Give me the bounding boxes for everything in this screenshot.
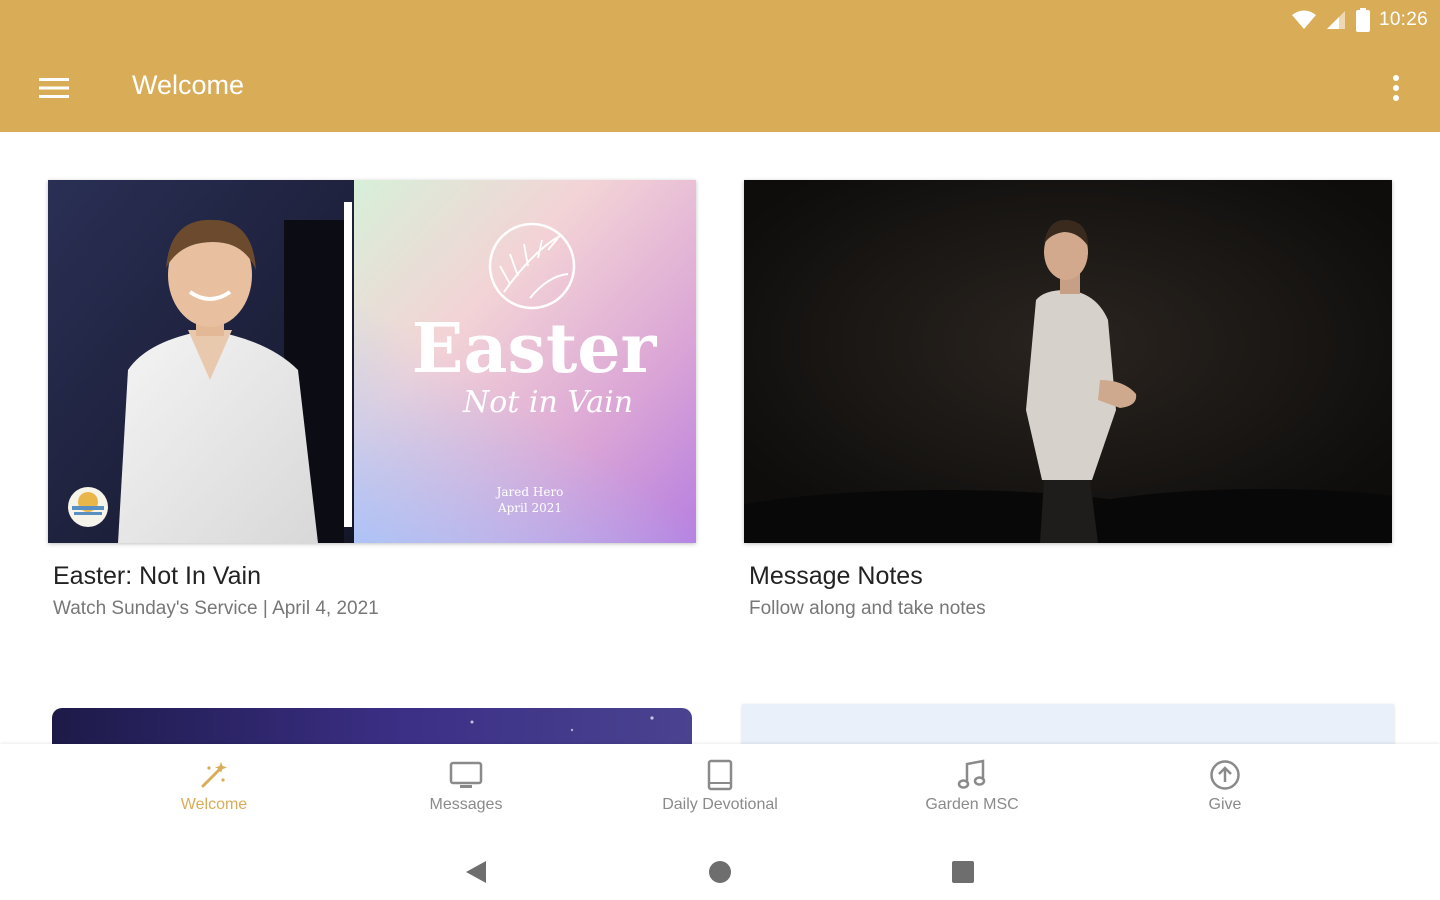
card-easter[interactable]: Easter Not in Vain Jared Hero April 2021… bbox=[48, 180, 696, 640]
card-partial-right[interactable] bbox=[742, 704, 1394, 744]
card-subtitle: Follow along and take notes bbox=[749, 598, 986, 619]
bottom-navigation: Welcome Messages Daily Devotional Garden… bbox=[0, 744, 1440, 838]
cell-signal-icon bbox=[1326, 11, 1345, 29]
card-media-easter: Easter Not in Vain Jared Hero April 2021 bbox=[48, 180, 696, 543]
speaker-on-stage-image bbox=[744, 180, 1392, 543]
nav-item-daily-devotional[interactable]: Daily Devotional bbox=[594, 744, 846, 838]
back-triangle-icon bbox=[466, 861, 486, 883]
easter-graphic-line2: April 2021 bbox=[497, 501, 562, 515]
battery-icon bbox=[1355, 8, 1370, 32]
easter-graphic-script: Not in Vain bbox=[462, 385, 633, 420]
nav-item-welcome[interactable]: Welcome bbox=[88, 744, 340, 838]
card-media-message-notes bbox=[744, 180, 1392, 543]
card-media-partial-right bbox=[742, 704, 1394, 744]
page-title: Welcome bbox=[132, 70, 245, 100]
card-title: Message Notes bbox=[749, 562, 923, 590]
nav-label: Messages bbox=[429, 796, 503, 813]
content-feed[interactable]: Easter Not in Vain Jared Hero April 2021… bbox=[0, 132, 1440, 744]
easter-sermon-image: Easter Not in Vain Jared Hero April 2021 bbox=[48, 180, 696, 543]
hamburger-icon bbox=[39, 78, 69, 98]
nav-item-garden-msc[interactable]: Garden MSC bbox=[846, 744, 1098, 838]
card-partial-left[interactable] bbox=[52, 708, 692, 744]
status-bar: 10:26 bbox=[1291, 6, 1428, 34]
nav-label: Welcome bbox=[180, 796, 248, 813]
card-media-partial-left bbox=[52, 708, 692, 744]
nav-label: Garden MSC bbox=[925, 796, 1019, 813]
card-subtitle: Watch Sunday's Service | April 4, 2021 bbox=[53, 598, 379, 619]
toolbar: Welcome bbox=[0, 46, 1440, 126]
home-button[interactable] bbox=[698, 850, 742, 894]
wifi-icon bbox=[1291, 10, 1316, 29]
book-icon bbox=[706, 758, 734, 792]
nav-item-give[interactable]: Give bbox=[1099, 744, 1351, 838]
home-circle-icon bbox=[709, 861, 731, 883]
recents-button[interactable] bbox=[941, 850, 985, 894]
nav-label: Daily Devotional bbox=[662, 796, 778, 813]
overflow-menu-button[interactable] bbox=[1372, 60, 1420, 116]
back-button[interactable] bbox=[454, 850, 498, 894]
tv-icon bbox=[449, 758, 483, 792]
status-time: 10:26 bbox=[1378, 9, 1428, 30]
more-vert-icon bbox=[1393, 75, 1399, 101]
recents-square-icon bbox=[952, 861, 974, 883]
system-navigation-bar bbox=[0, 838, 1440, 900]
arrow-up-circle-icon bbox=[1209, 758, 1241, 792]
card-title: Easter: Not In Vain bbox=[53, 562, 261, 590]
nav-item-messages[interactable]: Messages bbox=[340, 744, 592, 838]
easter-graphic-line1: Jared Hero bbox=[495, 485, 564, 499]
easter-graphic-headline: Easter bbox=[412, 309, 658, 389]
card-message-notes[interactable]: Message Notes Follow along and take note… bbox=[744, 180, 1392, 640]
nav-label: Give bbox=[1208, 796, 1242, 813]
wand-icon bbox=[199, 758, 229, 792]
music-note-icon bbox=[957, 758, 987, 792]
app-bar: 10:26 Welcome bbox=[0, 0, 1440, 132]
menu-button[interactable] bbox=[26, 60, 82, 116]
